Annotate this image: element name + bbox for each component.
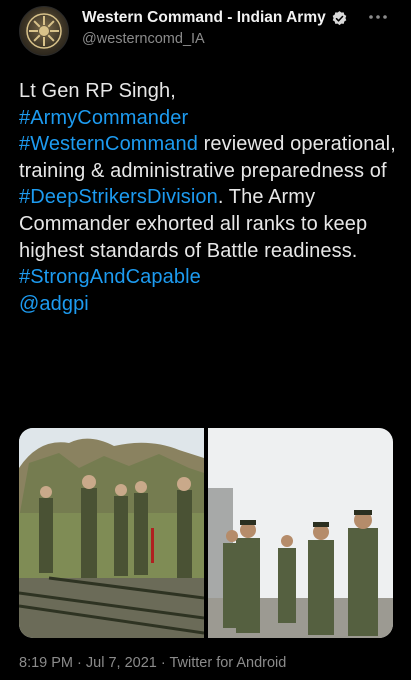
avatar[interactable]	[19, 6, 69, 56]
photo-officers-walking[interactable]	[208, 428, 393, 638]
display-name[interactable]: Western Command - Indian Army	[82, 9, 326, 27]
tweet-time[interactable]: 8:19 PM	[19, 655, 73, 671]
hashtag-deep-strikers-division[interactable]: #DeepStrikersDivision	[19, 186, 218, 208]
tweet-header: Western Command - Indian Army @westernco…	[0, 0, 411, 66]
tweet-date[interactable]: Jul 7, 2021	[86, 655, 157, 671]
meta-separator: ·	[156, 655, 170, 671]
hashtag-army-commander[interactable]: #ArmyCommander	[19, 107, 188, 129]
account-handle[interactable]: @westerncomd_IA	[82, 31, 205, 47]
tweet-text: Lt Gen RP Singh, #ArmyCommander #Western…	[19, 78, 397, 317]
tweet-meta: 8:19 PM · Jul 7, 2021 · Twitter for Andr…	[19, 655, 286, 671]
verified-badge-icon	[332, 10, 347, 25]
meta-separator: ·	[73, 655, 86, 671]
indian-army-emblem-icon	[26, 13, 62, 49]
tweet-text-line: Lt Gen RP Singh,	[19, 80, 176, 102]
tweet-media	[19, 428, 393, 638]
more-options-icon[interactable]	[367, 10, 389, 24]
name-row: Western Command - Indian Army	[82, 9, 348, 27]
photo-inspection-camouflage[interactable]	[19, 428, 204, 638]
hashtag-strong-and-capable[interactable]: #StrongAndCapable	[19, 266, 201, 288]
hashtag-western-command[interactable]: #WesternCommand	[19, 133, 198, 155]
mention-adgpi[interactable]: @adgpi	[19, 293, 89, 315]
tweet-source[interactable]: Twitter for Android	[169, 655, 286, 671]
